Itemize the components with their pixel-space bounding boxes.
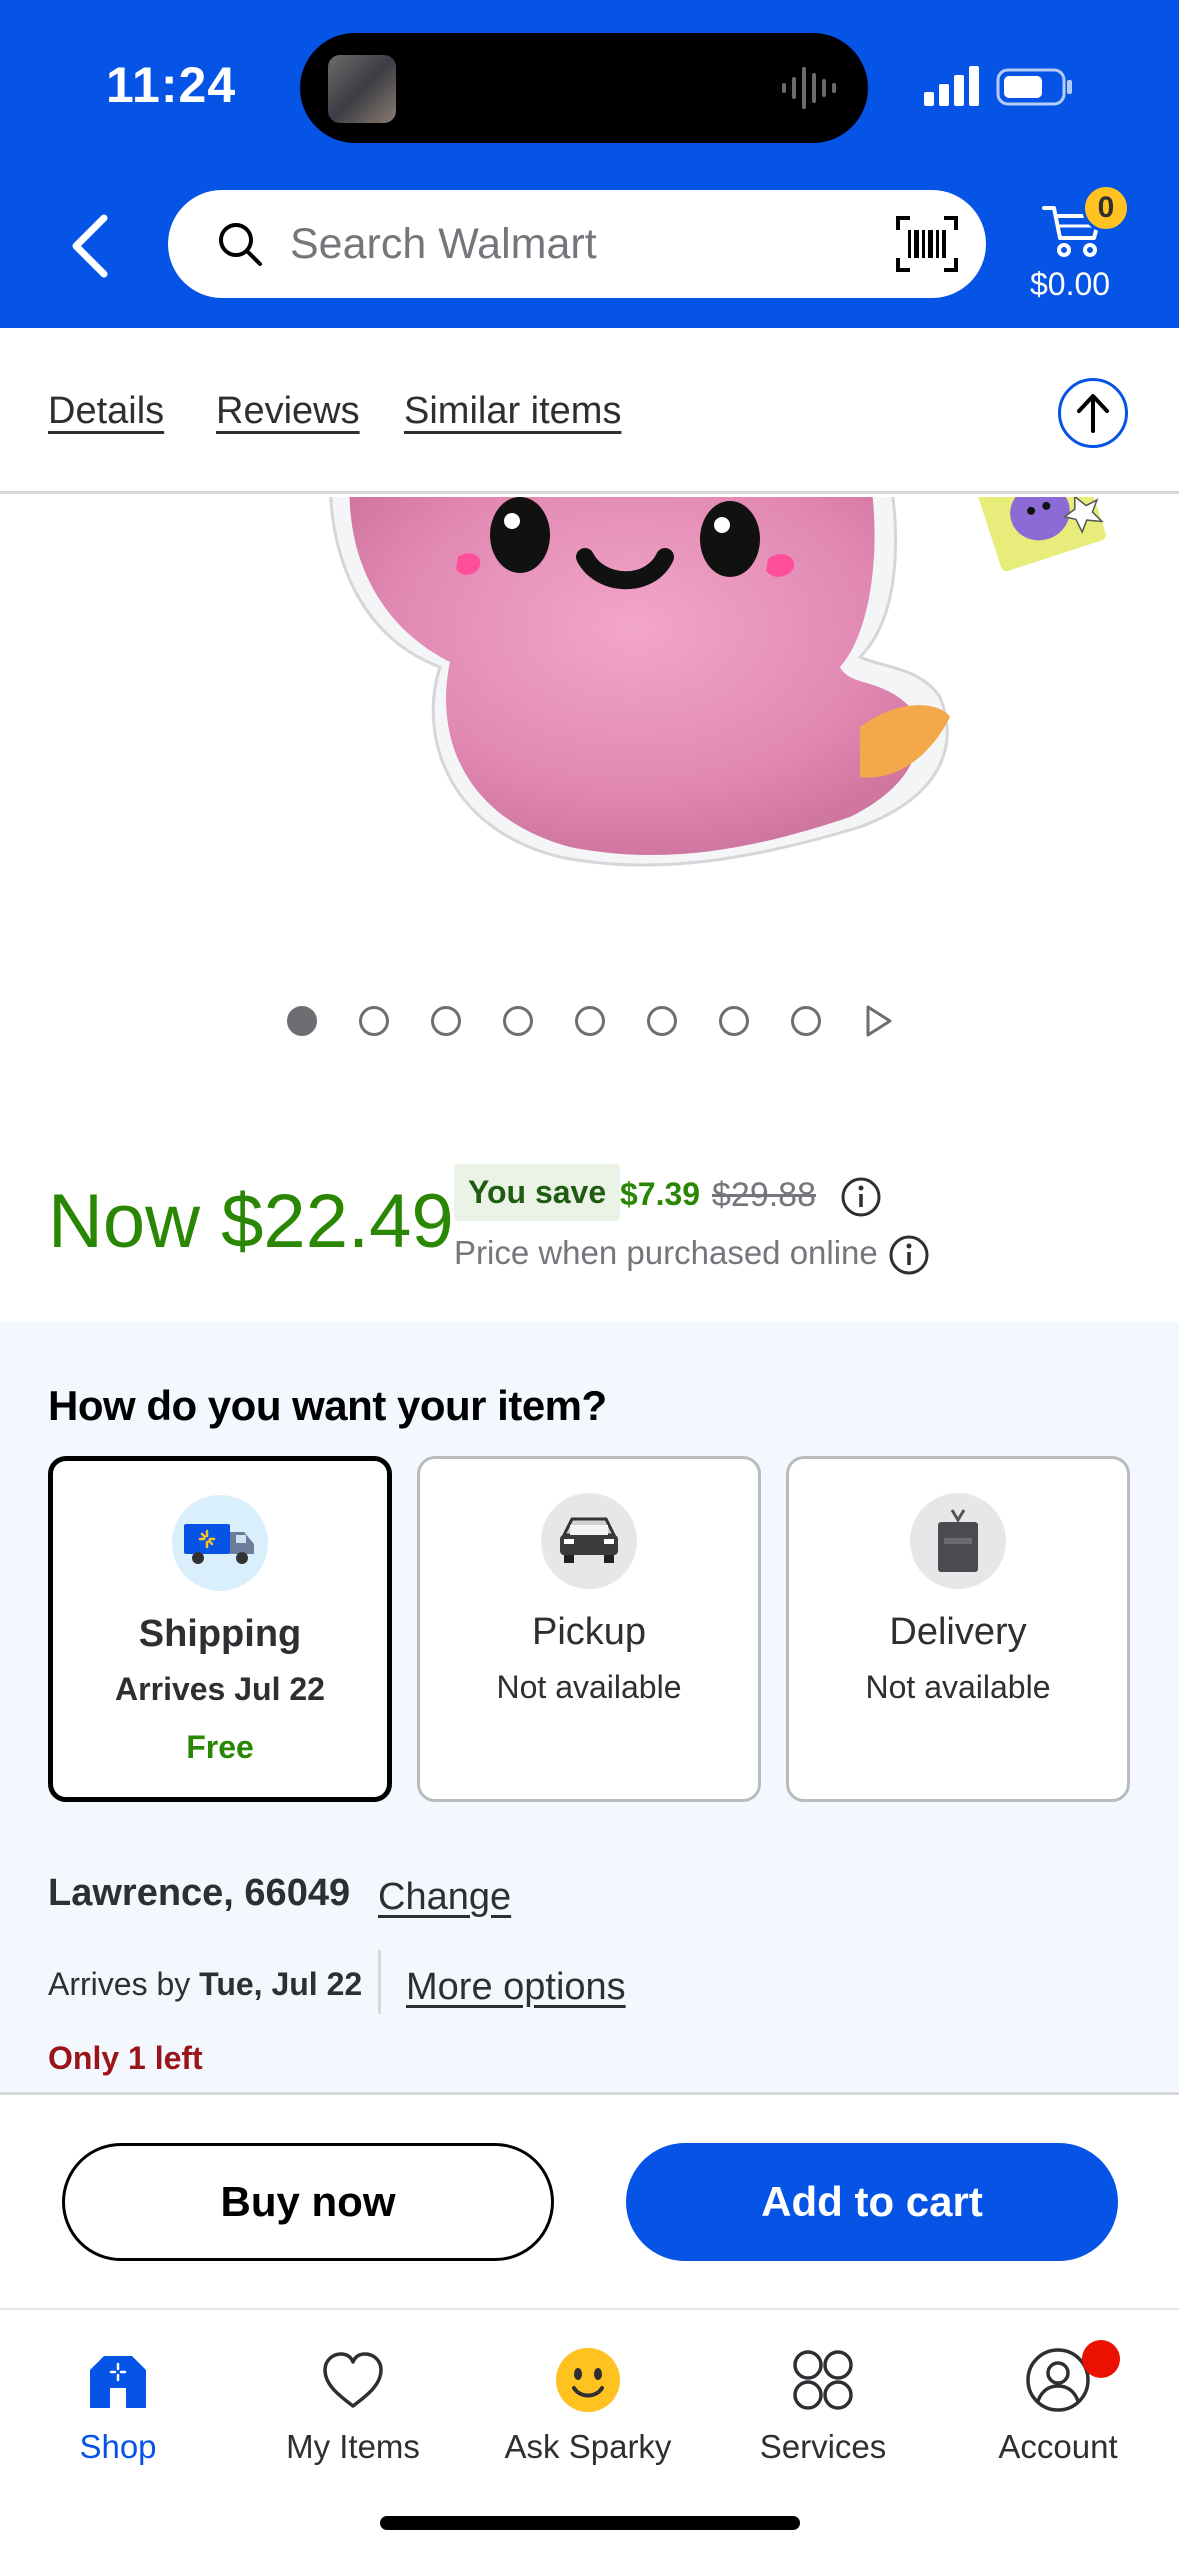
home-indicator[interactable] bbox=[380, 2516, 800, 2530]
current-price: Now $22.49 bbox=[48, 1179, 454, 1264]
option-title: Pickup bbox=[531, 1611, 647, 1653]
you-save-badge: You save bbox=[454, 1164, 621, 1221]
now-playing-thumbnail bbox=[328, 55, 396, 123]
carousel-dot[interactable] bbox=[575, 1006, 605, 1036]
back-button[interactable] bbox=[60, 206, 120, 286]
arrival-info: Arrives by Tue, Jul 22 bbox=[48, 1966, 362, 2003]
option-title: Shipping bbox=[138, 1613, 302, 1655]
option-title: Delivery bbox=[889, 1611, 1027, 1653]
notification-dot bbox=[1082, 2340, 1120, 2378]
heart-icon bbox=[323, 2352, 383, 2408]
app-header: 11:24 Search Walmart 0 $0.00 bbox=[0, 0, 1179, 328]
option-pickup[interactable]: Pickup Not available bbox=[417, 1456, 761, 1802]
signal-icon bbox=[924, 66, 979, 106]
option-delivery[interactable]: Delivery Not available bbox=[786, 1456, 1130, 1802]
plush-toy-image bbox=[329, 497, 1106, 867]
divider bbox=[378, 1950, 381, 2014]
nav-label: Ask Sparky bbox=[504, 2428, 672, 2465]
fulfillment-section: How do you want your item? Shipping Arri… bbox=[0, 1322, 1179, 2092]
barcode-scanner-icon[interactable] bbox=[894, 214, 960, 274]
delivery-bag-icon bbox=[910, 1493, 1006, 1589]
tab-similar-items[interactable]: Similar items bbox=[404, 390, 621, 433]
option-price: Free bbox=[186, 1729, 254, 1765]
nav-services[interactable]: Services bbox=[723, 2346, 923, 2476]
original-price: $29.88 bbox=[712, 1176, 816, 1214]
stock-warning: Only 1 left bbox=[48, 2040, 203, 2076]
nav-label: Shop bbox=[79, 2428, 157, 2465]
carousel-dot[interactable] bbox=[359, 1006, 389, 1036]
option-subtitle: Not available bbox=[865, 1669, 1051, 1705]
search-placeholder: Search Walmart bbox=[290, 220, 597, 268]
info-icon[interactable] bbox=[840, 1176, 882, 1218]
search-icon bbox=[219, 223, 262, 266]
carousel-dot[interactable] bbox=[647, 1006, 677, 1036]
cart-button[interactable]: 0 $0.00 bbox=[1030, 180, 1160, 310]
nav-label: Account bbox=[998, 2428, 1118, 2465]
battery-icon bbox=[996, 68, 1072, 106]
shop-icon bbox=[90, 2356, 146, 2408]
carousel-dot[interactable] bbox=[791, 1006, 821, 1036]
image-carousel-indicator bbox=[0, 1000, 1179, 1044]
add-to-cart-button[interactable]: Add to cart bbox=[626, 2143, 1118, 2261]
nav-label: Services bbox=[759, 2428, 887, 2465]
services-grid-icon bbox=[793, 2350, 853, 2410]
tab-details[interactable]: Details bbox=[48, 390, 164, 433]
carousel-dot[interactable] bbox=[503, 1006, 533, 1036]
cart-total: $0.00 bbox=[1030, 266, 1111, 302]
product-image[interactable] bbox=[0, 497, 1179, 947]
section-tabs: Details Reviews Similar items bbox=[0, 328, 1179, 494]
change-location-link[interactable]: Change bbox=[378, 1876, 511, 1919]
fulfillment-title: How do you want your item? bbox=[48, 1382, 607, 1429]
search-input[interactable]: Search Walmart bbox=[168, 190, 986, 298]
action-bar: Buy now Add to cart bbox=[0, 2092, 1179, 2308]
info-icon[interactable] bbox=[888, 1234, 930, 1276]
sparky-icon bbox=[556, 2348, 620, 2412]
pickup-car-icon bbox=[541, 1493, 637, 1589]
shipping-truck-icon bbox=[172, 1495, 268, 1591]
status-time: 11:24 bbox=[106, 57, 237, 113]
nav-shop[interactable]: Shop bbox=[18, 2346, 218, 2476]
buy-now-button[interactable]: Buy now bbox=[62, 2143, 554, 2261]
nav-my-items[interactable]: My Items bbox=[253, 2346, 453, 2476]
arrow-up-icon bbox=[1077, 394, 1109, 433]
arrives-date: Tue, Jul 22 bbox=[199, 1966, 363, 2002]
more-options-link[interactable]: More options bbox=[406, 1966, 626, 2009]
nav-ask-sparky[interactable]: Ask Sparky bbox=[488, 2346, 688, 2476]
chevron-left-icon bbox=[72, 214, 108, 278]
delivery-location: Lawrence, 66049 bbox=[48, 1872, 351, 1914]
audio-wave-icon bbox=[782, 67, 836, 109]
arrives-prefix: Arrives by bbox=[48, 1966, 191, 2002]
play-icon[interactable] bbox=[864, 1004, 894, 1038]
option-shipping[interactable]: Shipping Arrives Jul 22 Free bbox=[48, 1456, 392, 1802]
nav-account[interactable]: Account bbox=[958, 2340, 1158, 2476]
tab-reviews[interactable]: Reviews bbox=[216, 390, 360, 433]
save-amount: $7.39 bbox=[620, 1176, 701, 1212]
price-note: Price when purchased online bbox=[454, 1234, 878, 1271]
carousel-dot[interactable] bbox=[287, 1006, 317, 1036]
option-subtitle: Arrives Jul 22 bbox=[115, 1671, 325, 1707]
dynamic-island bbox=[300, 33, 868, 143]
cart-count-badge: 0 bbox=[1082, 184, 1130, 232]
carousel-dot[interactable] bbox=[431, 1006, 461, 1036]
option-subtitle: Not available bbox=[496, 1669, 682, 1705]
carousel-dot[interactable] bbox=[719, 1006, 749, 1036]
scroll-to-top-button[interactable] bbox=[1058, 378, 1128, 448]
nav-label: My Items bbox=[286, 2428, 420, 2465]
